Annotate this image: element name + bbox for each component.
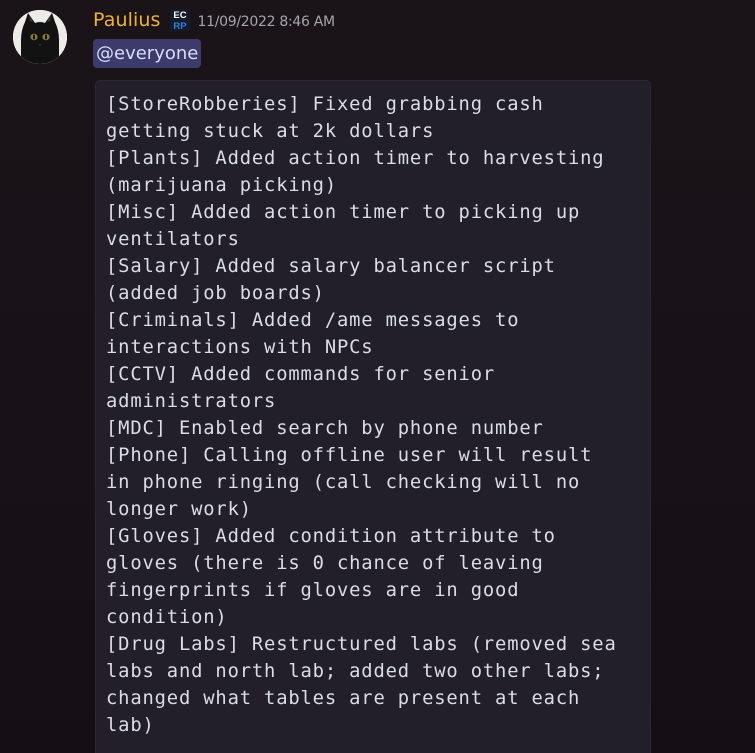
code-block: [StoreRobberies] Fixed grabbing cash get… [95,80,651,753]
ecrp-server-tag-icon[interactable]: EC RP [169,9,190,32]
changelog-text: [StoreRobberies] Fixed grabbing cash get… [106,94,617,736]
everyone-mention[interactable]: @everyone [93,39,202,68]
chat-message: Paulius EC RP 11/09/2022 8:46 AM @everyo… [0,0,755,753]
message-timestamp: 11/09/2022 8:46 AM [197,14,336,30]
black-cat-avatar-icon [13,10,67,64]
author-username[interactable]: Paulius [93,9,161,31]
svg-text:RP: RP [173,21,187,31]
message-header: Paulius EC RP 11/09/2022 8:46 AM [93,6,335,34]
user-avatar[interactable] [13,10,67,64]
svg-text:EC: EC [173,10,186,21]
